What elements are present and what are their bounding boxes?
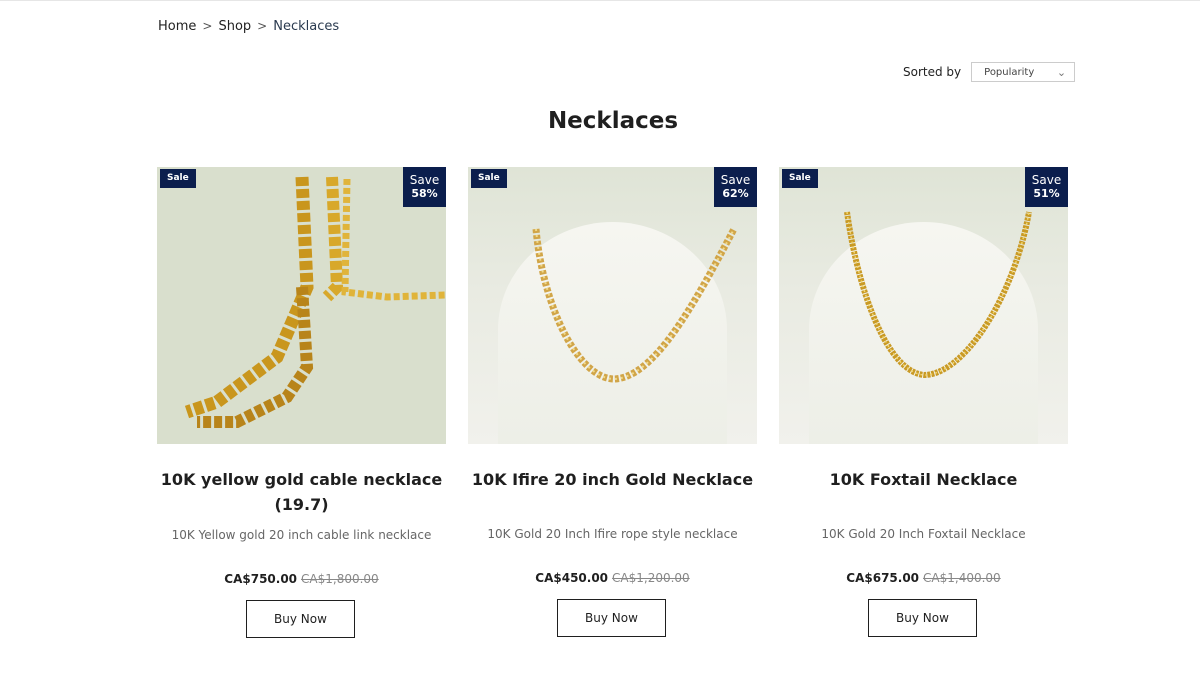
product-price: CA$750.00 CA$1,800.00 [157, 572, 446, 586]
sort-control: Sorted by Popularity ⌄ [903, 62, 1076, 82]
top-divider [0, 0, 1200, 1]
compare-price: CA$1,800.00 [301, 572, 379, 586]
chevron-down-icon: ⌄ [1056, 65, 1067, 79]
product-grid: Sale Save 58% 10K yellow gold cable neck… [157, 167, 1068, 647]
buy-now-button[interactable]: Buy Now [557, 599, 666, 637]
product-card: Sale Save 51% 10K Foxtail Necklace 10K G… [779, 167, 1068, 647]
breadcrumb-separator: > [257, 19, 268, 33]
breadcrumb-shop-link[interactable]: Shop [218, 19, 251, 34]
compare-price: CA$1,200.00 [612, 571, 690, 585]
save-label: Save [720, 173, 751, 187]
breadcrumb-separator: > [202, 19, 213, 33]
product-name[interactable]: 10K Foxtail Necklace [779, 467, 1068, 492]
save-label: Save [1031, 173, 1062, 187]
cable-necklace-photo-icon [157, 167, 446, 444]
save-label: Save [409, 173, 440, 187]
sale-badge: Sale [471, 169, 507, 188]
product-description: 10K Yellow gold 20 inch cable link neckl… [171, 528, 432, 542]
sale-badge: Sale [160, 169, 196, 188]
product-name[interactable]: 10K Ifire 20 inch Gold Necklace [468, 467, 757, 492]
product-card: Sale Save 62% 10K Ifire 20 inch Gold Nec… [468, 167, 757, 647]
product-price: CA$450.00 CA$1,200.00 [468, 571, 757, 585]
save-percent: 62% [722, 187, 749, 200]
foxtail-necklace-photo-icon [844, 211, 1032, 379]
product-image[interactable]: Sale Save 51% [779, 167, 1068, 444]
product-image[interactable]: Sale Save 58% [157, 167, 446, 444]
product-description: 10K Gold 20 Inch Foxtail Necklace [821, 527, 1026, 541]
sale-badge: Sale [782, 169, 818, 188]
save-badge: Save 58% [403, 167, 446, 207]
buy-now-button[interactable]: Buy Now [246, 600, 355, 638]
buy-now-button[interactable]: Buy Now [868, 599, 977, 637]
product-card: Sale Save 58% 10K yellow gold cable neck… [157, 167, 446, 647]
sort-selected-value: Popularity [984, 66, 1035, 78]
sort-select[interactable]: Popularity ⌄ [971, 62, 1076, 82]
rope-necklace-photo-icon [532, 227, 738, 383]
breadcrumb-home-link[interactable]: Home [158, 19, 196, 34]
save-badge: Save 62% [714, 167, 757, 207]
sale-price: CA$450.00 [535, 571, 609, 585]
sale-price: CA$750.00 [224, 572, 298, 586]
save-percent: 58% [411, 187, 438, 200]
product-description: 10K Gold 20 Inch Ifire rope style neckla… [487, 527, 738, 541]
save-badge: Save 51% [1025, 167, 1068, 207]
compare-price: CA$1,400.00 [923, 571, 1001, 585]
save-percent: 51% [1033, 187, 1060, 200]
breadcrumb: Home > Shop > Necklaces [158, 19, 339, 34]
product-price: CA$675.00 CA$1,400.00 [779, 571, 1068, 585]
product-name[interactable]: 10K yellow gold cable necklace (19.7) [157, 467, 446, 517]
page-title: Necklaces [547, 108, 679, 134]
product-image[interactable]: Sale Save 62% [468, 167, 757, 444]
breadcrumb-current: Necklaces [273, 19, 340, 34]
sale-price: CA$675.00 [846, 571, 920, 585]
sort-label: Sorted by [903, 65, 962, 79]
